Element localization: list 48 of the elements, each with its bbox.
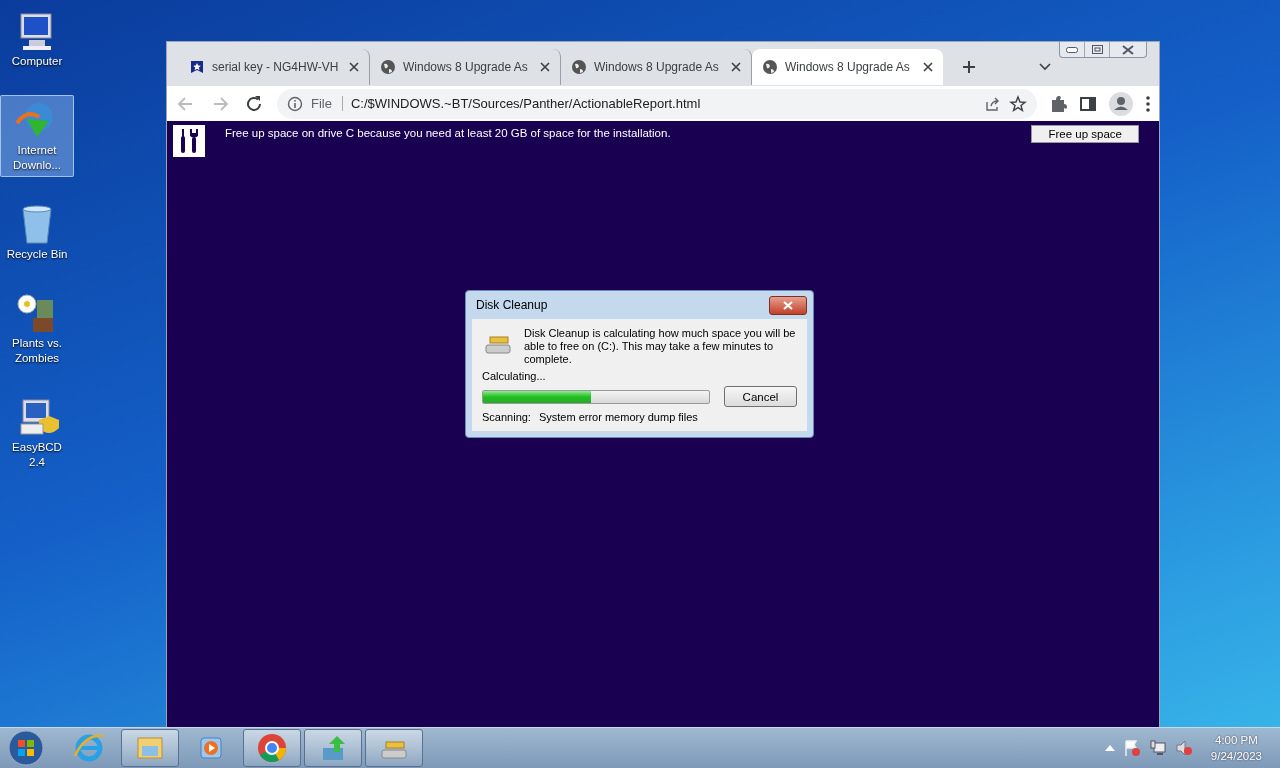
free-up-space-button[interactable]: Free up space	[1031, 125, 1139, 143]
start-button[interactable]	[6, 730, 46, 766]
close-icon[interactable]	[540, 62, 550, 72]
globe-icon	[762, 59, 778, 75]
close-icon[interactable]	[349, 62, 359, 72]
scanning-item: System error memory dump files	[538, 411, 698, 423]
browser-tab[interactable]: serial key - NG4HW-VH	[179, 49, 370, 85]
close-icon	[783, 300, 793, 310]
cancel-button[interactable]: Cancel	[724, 386, 797, 407]
desktop-icon[interactable]: Internet Downlo...	[0, 95, 74, 177]
browser-tab[interactable]: Windows 8 Upgrade As	[370, 49, 561, 85]
browser-tab[interactable]: Windows 8 Upgrade As	[752, 49, 943, 85]
star-icon[interactable]	[1009, 94, 1027, 113]
dialog-message: Disk Cleanup is calculating how much space you will be able to free on (C:). This may take a few minutes to complete.	[524, 327, 797, 366]
close-icon[interactable]	[923, 62, 933, 72]
taskbar-button[interactable]	[243, 729, 301, 767]
plus-icon[interactable]	[962, 60, 976, 74]
tools-icon	[173, 125, 205, 157]
puzzle-icon[interactable]	[1049, 94, 1067, 113]
network-icon[interactable]	[1148, 739, 1167, 757]
close-icon	[1122, 44, 1134, 55]
taskbar-button[interactable]	[121, 729, 179, 767]
close-icon[interactable]	[731, 62, 741, 72]
address-bar[interactable]: File C:/$WINDOWS.~BT/Sources/Panther/ActionableReport.html	[277, 88, 1037, 119]
globe-icon	[380, 59, 396, 75]
maximize-icon	[1091, 45, 1103, 54]
chrome-icon	[256, 732, 288, 764]
info-icon[interactable]	[287, 95, 303, 112]
close-button[interactable]	[769, 295, 807, 315]
menu-icon[interactable]	[1145, 94, 1151, 113]
url-text: C:/$WINDOWS.~BT/Sources/Panther/ActionableReport.html	[350, 96, 702, 111]
muted-speaker-icon[interactable]	[1174, 739, 1193, 757]
status-text: Calculating...	[482, 370, 547, 382]
minimize-icon	[1066, 46, 1078, 53]
profile-icon[interactable]	[1109, 91, 1133, 116]
taskbar-button[interactable]	[304, 729, 362, 767]
dialog-title: Disk Cleanup	[476, 298, 548, 312]
shield-icon	[189, 59, 205, 75]
globe-icon	[571, 59, 587, 75]
chevron-icon[interactable]	[1039, 63, 1051, 71]
banner-message: Free up space on drive C because you need at least 20 GB of space for the installation.	[225, 126, 672, 139]
sidebar-icon[interactable]	[1079, 94, 1097, 113]
flag-icon[interactable]	[1122, 739, 1141, 757]
taskbar-button[interactable]	[365, 729, 423, 767]
share-icon[interactable]	[985, 95, 1001, 112]
scanning-label: Scanning:	[482, 411, 531, 423]
scheme-label: File	[311, 96, 343, 111]
ie-icon	[73, 732, 105, 764]
